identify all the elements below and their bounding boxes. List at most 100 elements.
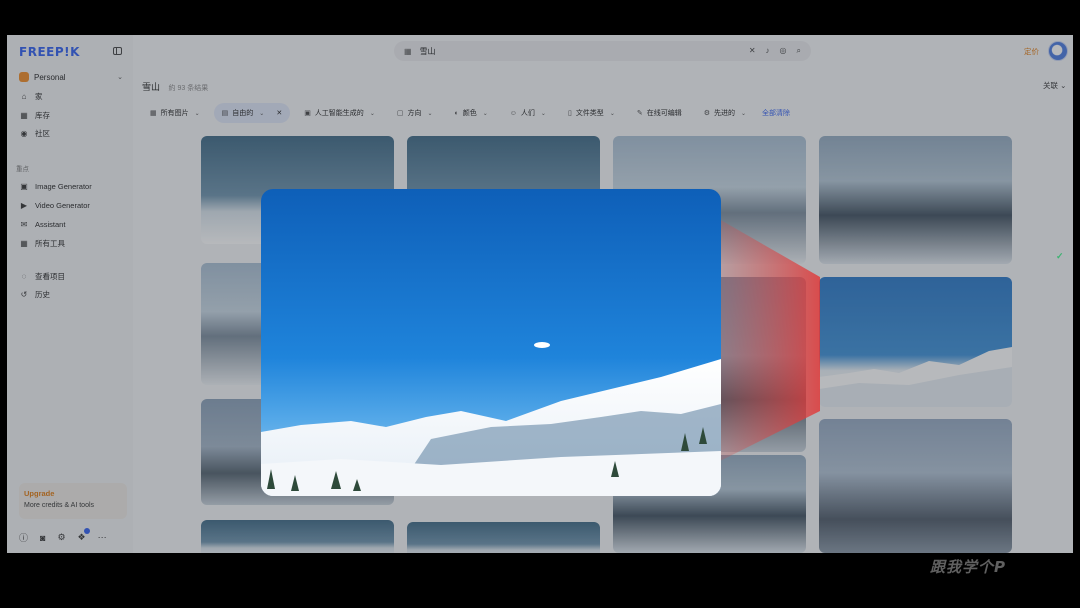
freepik-logo[interactable]: FREEP!K [19, 45, 80, 59]
video-frame: FREEP!K Personal ⌄ ⌂ 家 ▦ 库存 ◉ 社区 重点 ▣ Im… [0, 0, 1080, 608]
more-options-icon[interactable]: ⋯ [98, 532, 107, 543]
filter-label: 在线可编辑 [646, 110, 682, 117]
filter-advanced[interactable]: ⚙ 先进的 ⌄ [695, 103, 755, 123]
microphone-icon[interactable]: ♪ [766, 46, 770, 56]
sidebar-item-label: Video Generator [35, 200, 90, 210]
image-icon: ▦ [150, 110, 157, 117]
upgrade-subtitle: More credits & AI tools [24, 502, 95, 509]
sidebar-item-label: Assistant [35, 219, 66, 229]
workspace-selector[interactable]: Personal ⌄ [19, 70, 123, 84]
chevron-down-icon: ⌄ [1060, 81, 1067, 90]
notification-badge [83, 528, 90, 534]
filter-all-images[interactable]: ▦ 所有图片 ⌄ [142, 103, 208, 123]
community-icon: ◉ [20, 128, 28, 138]
filter-label: 文件类型 [575, 110, 604, 117]
search-icon[interactable]: ⌕ [797, 46, 801, 56]
sidebar-item-video-generator[interactable]: ▶ Video Generator [19, 199, 90, 211]
search-bar[interactable]: ▦ 雪山 ✕ ♪ ◎ ⌕ [394, 41, 811, 61]
chevron-down-icon: ⌄ [369, 110, 375, 117]
filter-label: 方向 [407, 110, 422, 117]
section-label: 重点 [16, 166, 29, 173]
filter-editable-online[interactable]: ✎ 在线可编辑 [628, 103, 690, 123]
filter-label: 人们 [520, 110, 535, 117]
discord-icon[interactable]: ◙ [40, 533, 45, 543]
file-icon: ▯ [567, 110, 572, 117]
all-tools-icon: ▦ [20, 238, 28, 248]
people-icon: ☺ [509, 109, 517, 117]
sidebar-item-label: 所有工具 [35, 238, 65, 248]
chevron-down-icon: ⌄ [427, 110, 433, 117]
video-generator-icon: ▶ [20, 200, 28, 210]
clear-icon[interactable]: ✕ [749, 46, 756, 56]
image-preview-popup[interactable] [261, 189, 721, 496]
filter-free[interactable]: ▤ 自由的 ⌄ ✕ [213, 103, 291, 123]
search-actions: ✕ ♪ ◎ ⌕ [749, 46, 801, 56]
sidebar-item-label: 查看项目 [35, 271, 65, 281]
results-count: 約 93 条结果 [168, 85, 209, 92]
page-title: 雪山 [142, 82, 161, 92]
sidebar-item-library[interactable]: ▦ 库存 [19, 109, 50, 121]
filter-file-type[interactable]: ▯ 文件类型 ⌄ [559, 103, 623, 123]
help-icon[interactable]: ⓘ [19, 531, 28, 544]
library-icon: ▦ [20, 110, 28, 120]
filter-label: 人工智能生成的 [314, 110, 364, 117]
sidebar-item-label: 社区 [35, 128, 50, 138]
filter-color[interactable]: ◐ 颜色 ⌄ [446, 103, 496, 123]
history-icon: ↺ [20, 289, 28, 299]
sidebar: FREEP!K Personal ⌄ ⌂ 家 ▦ 库存 ◉ 社区 重点 ▣ Im… [7, 35, 133, 553]
settings-icon[interactable]: ⚙ [57, 532, 65, 543]
palette-icon: ◐ [454, 109, 459, 117]
chevron-down-icon: ⌄ [540, 110, 546, 117]
sidebar-item-home[interactable]: ⌂ 家 [19, 90, 43, 102]
sidebar-item-image-generator[interactable]: ▣ Image Generator [19, 180, 92, 192]
result-thumbnail[interactable] [407, 522, 600, 553]
sidebar-item-all-tools[interactable]: ▦ 所有工具 [19, 237, 65, 249]
chevron-down-icon: ⌄ [259, 110, 265, 117]
chevron-down-icon: ⌄ [194, 110, 200, 117]
search-mode-icon[interactable]: ▦ [404, 47, 412, 56]
checkmark-icon: ✓ [1056, 251, 1064, 261]
filter-label: 先进的 [714, 110, 735, 117]
result-thumbnail-highlighted[interactable] [819, 277, 1012, 407]
sidebar-item-history[interactable]: ↺ 历史 [19, 288, 50, 300]
upgrade-title: Upgrade [24, 489, 55, 498]
sidebar-footer: ⓘ ◙ ⚙ ❖ ⋯ [19, 528, 129, 544]
sidebar-collapse-icon[interactable] [113, 47, 122, 55]
notifications-icon[interactable]: ❖ [78, 528, 90, 543]
clear-all-filters-link[interactable]: 全部清除 [762, 108, 790, 118]
sidebar-item-label: 历史 [35, 289, 50, 299]
avatar[interactable] [1048, 41, 1068, 61]
ai-icon: ▣ [304, 110, 311, 117]
snow-mountain-graphic [819, 347, 1012, 407]
chevron-down-icon: ⌄ [741, 110, 747, 117]
chevron-down-icon: ⌄ [117, 74, 123, 81]
workspace-name: Personal [34, 72, 66, 82]
sidebar-item-projects[interactable]: ◌ 查看项目 [19, 270, 65, 282]
search-input[interactable]: 雪山 [420, 46, 436, 57]
sort-dropdown[interactable]: 关联 ⌄ [1043, 80, 1066, 91]
remove-filter-icon[interactable]: ✕ [276, 109, 282, 117]
results-header: 雪山 約 93 条结果 [142, 80, 208, 93]
upgrade-card[interactable]: Upgrade More credits & AI tools [19, 483, 127, 519]
projects-icon: ◌ [21, 271, 27, 281]
edit-icon: ✎ [636, 110, 643, 117]
filter-label: 颜色 [462, 110, 477, 117]
sidebar-item-label: Image Generator [35, 181, 92, 191]
pricing-link[interactable]: 定价 [1024, 46, 1039, 57]
result-thumbnail[interactable] [201, 520, 394, 553]
filter-people[interactable]: ☺ 人们 ⌄ [501, 103, 554, 123]
filter-label: 所有图片 [160, 110, 189, 117]
sidebar-item-assistant[interactable]: ✉ Assistant [19, 218, 66, 230]
highlight-connector [712, 215, 820, 465]
filter-orientation[interactable]: ▢ 方向 ⌄ [388, 103, 441, 123]
result-thumbnail[interactable] [819, 419, 1012, 553]
snow-mountain-image [261, 342, 721, 496]
sidebar-item-community[interactable]: ◉ 社区 [19, 127, 51, 139]
sidebar-item-label: 库存 [35, 110, 50, 120]
visual-search-icon[interactable]: ◎ [780, 46, 787, 56]
chevron-down-icon: ⌄ [482, 110, 488, 117]
assistant-icon: ✉ [20, 219, 28, 229]
filter-ai-generated[interactable]: ▣ 人工智能生成的 ⌄ [296, 103, 383, 123]
advanced-icon: ⚙ [703, 110, 710, 117]
result-thumbnail[interactable] [819, 136, 1012, 264]
